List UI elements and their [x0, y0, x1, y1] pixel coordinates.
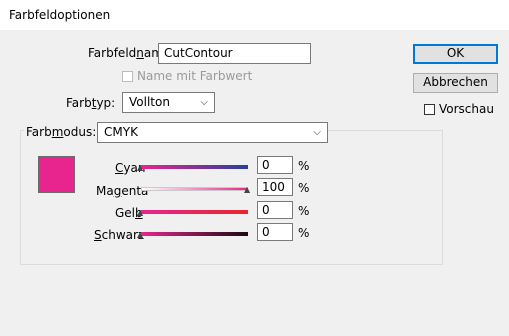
cyan-percent-unit: % — [298, 159, 310, 173]
color-type-label: Farbtyp: — [66, 96, 116, 110]
magenta-slider-track[interactable] — [141, 187, 248, 191]
yellow-value-input[interactable]: 0 — [257, 201, 293, 219]
yellow-slider-thumb[interactable]: ▲ — [137, 209, 143, 217]
dialog-body: Farbfeldname: CutContour Name mit Farbwe… — [0, 30, 509, 336]
swatch-name-input[interactable]: CutContour — [158, 43, 311, 64]
chevron-down-icon: ⌵ — [313, 127, 321, 138]
preview-label: Vorschau — [439, 102, 494, 116]
cyan-slider-track[interactable] — [141, 165, 248, 169]
chevron-down-icon: ⌵ — [200, 97, 208, 108]
black-slider-thumb[interactable]: ▲ — [137, 231, 143, 239]
cyan-value-input[interactable]: 0 — [257, 156, 293, 174]
window-title: Farbfeldoptionen — [9, 8, 111, 22]
color-type-value: Vollton — [129, 95, 170, 109]
cancel-button[interactable]: Abbrechen — [413, 73, 498, 93]
cyan-slider-thumb[interactable]: ▲ — [137, 164, 143, 172]
title-bar: Farbfeldoptionen — [0, 0, 509, 31]
magenta-value-input[interactable]: 100 — [257, 178, 293, 196]
preview-checkbox[interactable] — [424, 104, 435, 115]
black-value-input[interactable]: 0 — [257, 223, 293, 241]
color-mode-group — [20, 130, 443, 265]
magenta-percent-unit: % — [298, 181, 310, 195]
magenta-slider-thumb[interactable]: ▲ — [244, 186, 250, 194]
yellow-percent-unit: % — [298, 204, 310, 218]
color-type-select[interactable]: Vollton ⌵ — [122, 92, 215, 113]
color-mode-value: CMYK — [104, 125, 138, 139]
color-mode-label: Farbmodus: — [24, 125, 99, 139]
black-slider-track[interactable] — [141, 232, 248, 236]
color-preview-swatch — [38, 156, 75, 193]
name-with-color-label: Name mit Farbwert — [137, 69, 253, 83]
yellow-slider-track[interactable] — [141, 210, 248, 214]
color-mode-select[interactable]: CMYK ⌵ — [97, 122, 328, 143]
ok-button[interactable]: OK — [413, 44, 498, 64]
name-with-color-checkbox[interactable] — [122, 71, 133, 82]
black-percent-unit: % — [298, 226, 310, 240]
